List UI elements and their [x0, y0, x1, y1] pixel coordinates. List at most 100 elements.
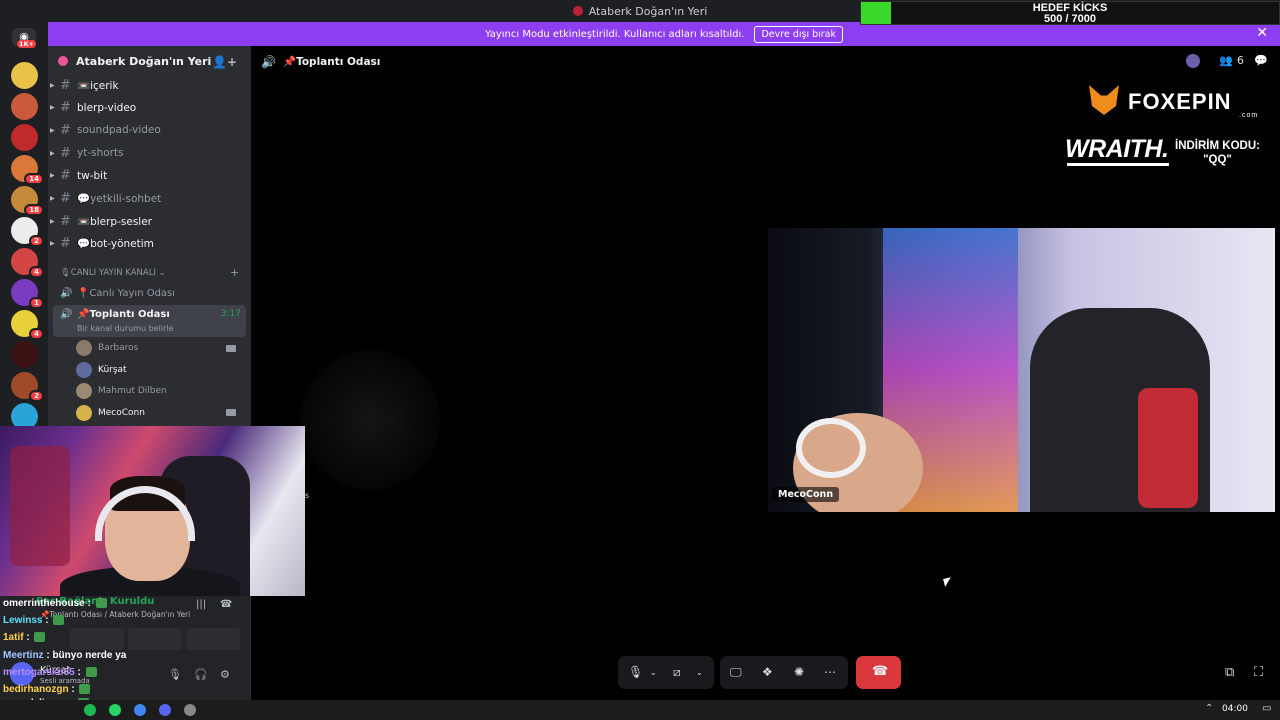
activity-icon[interactable]	[1186, 54, 1200, 68]
server-badge: 2	[29, 390, 44, 402]
participants-icon[interactable]: 👥	[1219, 54, 1233, 67]
server-icon[interactable]: 18	[11, 186, 44, 216]
voice-call-header: 🔊 📌Toplantı Odası 👥 6 💬	[251, 46, 1280, 78]
mouse-cursor	[943, 577, 953, 587]
server-badge: 14	[24, 173, 44, 185]
avatar	[76, 404, 92, 421]
hash-icon: #	[60, 145, 71, 161]
hash-icon: #	[60, 77, 71, 93]
text-channel[interactable]: ▶ # 💬yetkili-sohbet	[48, 188, 251, 210]
expand-arrow-icon: ▶	[50, 172, 55, 180]
camera-off-icon[interactable]: ⧄	[673, 665, 681, 680]
voice-channel-name: 📌Toplantı Odası	[77, 309, 170, 320]
voice-user-name: Kürşat	[98, 364, 127, 375]
wraith-logo: WRAITH.	[1065, 135, 1169, 163]
expand-arrow-icon: ▶	[50, 149, 55, 157]
text-channel[interactable]: ▶ # 📼içerik	[48, 74, 251, 96]
disable-streamer-mode-button[interactable]: Devre dışı bırak	[754, 25, 844, 43]
microphone-icon[interactable]: 🎙	[628, 665, 643, 679]
chat-nick: mertogarsko35	[3, 667, 75, 678]
phone-hangup-icon: ☎	[872, 664, 889, 679]
taskbar-app-icon[interactable]	[159, 704, 171, 716]
speaker-icon: 🔊	[60, 287, 73, 299]
soundboard-icon[interactable]: ✺	[794, 665, 804, 679]
expand-arrow-icon: ▶	[50, 240, 55, 248]
voice-user[interactable]: MecoConn	[76, 403, 246, 423]
more-options-icon[interactable]: ⋯	[824, 665, 836, 679]
text-channel[interactable]: ▶ # 📼blerp-sesler	[48, 210, 251, 232]
voice-user-name: Barbaros	[98, 343, 139, 353]
streamer-mode-banner: Yayıncı Modu etkinleştirildi. Kullanıcı …	[48, 22, 1280, 46]
taskbar-app-icon[interactable]	[134, 704, 146, 716]
participant-count: 6	[1237, 54, 1244, 67]
channel-name: 📼içerik	[77, 79, 119, 92]
participant-video-tile[interactable]: MecoConn	[768, 228, 1275, 512]
channel-name: soundpad-video	[77, 124, 161, 137]
server-icon[interactable]: 14	[11, 155, 44, 185]
activities-icon[interactable]: ❖	[762, 665, 773, 679]
server-icon[interactable]	[11, 341, 38, 368]
discount-value: "QQ"	[1203, 154, 1232, 166]
close-icon[interactable]: ✕	[1256, 25, 1268, 41]
screen-share-icon[interactable]: 🖵	[730, 665, 742, 680]
participant-name-tag: MecoConn	[772, 487, 840, 502]
notifications-icon[interactable]: ▭	[1262, 703, 1271, 714]
hash-icon: #	[60, 191, 71, 206]
server-icon[interactable]: 4	[11, 310, 44, 340]
taskbar-app-icon[interactable]	[84, 704, 96, 716]
category-header[interactable]: 🎙CANLI YAYIN KANALI ⌄ +	[60, 266, 239, 279]
window-title: Ataberk Doğan'ın Yeri	[588, 4, 708, 18]
taskbar-app-icon[interactable]	[184, 704, 196, 716]
guild-header[interactable]: Ataberk Doğan'ın Yeri ⌄ 👤+	[48, 46, 251, 76]
voice-channel-canli-yayin[interactable]: 🔊 📍Canlı Yayın Odası	[53, 282, 246, 304]
notification-badge: 1K+	[17, 40, 37, 48]
server-icon[interactable]: 4	[11, 248, 44, 278]
voice-user[interactable]: Mahmut Dilben	[76, 381, 246, 401]
server-icon[interactable]	[11, 62, 38, 89]
voice-user[interactable]: Barbaros	[76, 338, 246, 358]
stream-chat-overlay: omerrinthehouse : Lewinss : 1atif : Meer…	[0, 596, 250, 709]
tray-arrow-icon[interactable]: ⌃	[1205, 703, 1213, 714]
expand-arrow-icon: ▶	[50, 217, 55, 225]
add-user-icon[interactable]: 👤+	[212, 55, 237, 69]
voice-user[interactable]: Kürşat	[76, 360, 246, 380]
text-channel[interactable]: ▶ # soundpad-video	[48, 119, 251, 141]
chat-message: omerrinthehouse :	[3, 598, 107, 609]
voice-user-name: MecoConn	[98, 407, 145, 418]
foxepin-sponsor-logo: FOXEPIN .com	[1089, 85, 1269, 119]
emote-icon	[79, 684, 91, 695]
channel-name: yt-shorts	[77, 147, 124, 160]
text-channel[interactable]: ▶ # 💬bot-yönetim	[48, 233, 251, 255]
chat-message: bedirhanozgn :	[3, 684, 91, 695]
avatar	[76, 361, 92, 378]
server-icon[interactable]	[11, 93, 38, 120]
text-channel[interactable]: ▶ # yt-shorts	[48, 142, 251, 164]
speaker-icon: 🔊	[261, 55, 276, 69]
add-channel-icon[interactable]: +	[230, 266, 239, 279]
kicks-goal-bar: HEDEF KİCKS 500 / 7000	[860, 1, 1280, 25]
chevron-down-icon[interactable]: ⌄	[650, 668, 657, 677]
taskbar-app-icon[interactable]	[109, 704, 121, 716]
server-icon[interactable]: 2	[11, 217, 44, 247]
guild-icon	[58, 56, 68, 66]
server-icon[interactable]	[11, 124, 38, 151]
fullscreen-icon[interactable]: ⛶	[1254, 665, 1263, 680]
expand-arrow-icon: ▶	[50, 104, 55, 112]
discord-app-icon	[572, 6, 583, 16]
channel-status-placeholder[interactable]: Bir kanal durumu belirle	[77, 324, 173, 333]
chevron-down-icon[interactable]: ⌄	[696, 668, 703, 677]
text-channel[interactable]: ▶ # tw-bit	[48, 165, 251, 187]
server-icon[interactable]: 1	[11, 279, 44, 309]
chat-icon[interactable]: 💬	[1254, 54, 1268, 67]
expand-arrow-icon: ▶	[50, 195, 55, 202]
hash-icon: #	[60, 122, 71, 138]
server-icon[interactable]: 2	[11, 372, 44, 402]
banner-text: Yayıncı Modu etkinleştirildi. Kullanıcı …	[484, 28, 745, 40]
guild-name: Ataberk Doğan'ın Yeri	[76, 54, 212, 68]
chat-nick: Lewinss	[3, 615, 43, 626]
popout-icon[interactable]: ⧉	[1225, 665, 1234, 680]
voice-channel-toplanti[interactable]: 🔊 📌Toplantı Odası 3:17 Bir kanal durumu …	[53, 305, 246, 337]
dim-participant-video	[300, 350, 440, 490]
text-channel[interactable]: ▶ # blerp-video	[48, 97, 251, 119]
leave-call-button[interactable]: ☎	[856, 656, 901, 689]
